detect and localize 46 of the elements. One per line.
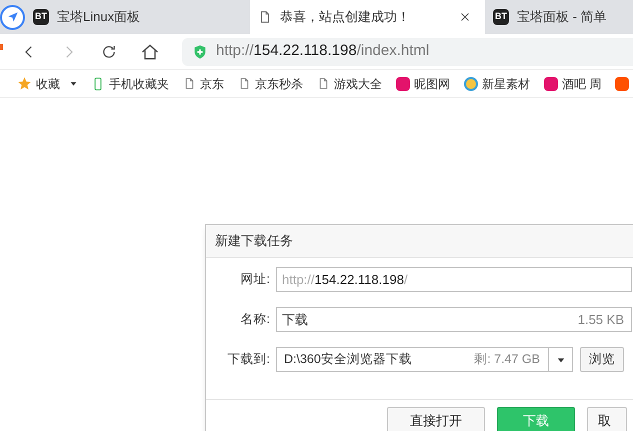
bookmark-link[interactable]: 京东 bbox=[200, 74, 224, 92]
notification-mark-icon bbox=[0, 44, 3, 50]
caret-icon bbox=[556, 356, 564, 364]
tab-title: 宝塔面板 - 简单 bbox=[517, 8, 607, 26]
dialog-button[interactable]: 取 bbox=[587, 407, 627, 431]
dialog-title: 新建下载任务 bbox=[215, 232, 293, 250]
bookmark-link[interactable]: 新星素材 bbox=[482, 74, 530, 92]
name-field[interactable]: 下载 1.55 KB bbox=[276, 307, 632, 332]
page-icon bbox=[258, 10, 272, 24]
site-logo-icon bbox=[615, 76, 630, 90]
file-size: 1.55 KB bbox=[578, 310, 625, 329]
page-icon bbox=[183, 77, 196, 90]
globe-icon bbox=[464, 76, 478, 90]
page-icon bbox=[317, 77, 330, 90]
file-name: 下载 bbox=[282, 310, 308, 329]
dropdown-caret-icon[interactable] bbox=[70, 80, 77, 87]
bookmark-link[interactable]: 游戏大全 bbox=[334, 74, 382, 92]
url-text: http://154.22.118.198/index.html bbox=[216, 41, 430, 62]
field-label: 下载到: bbox=[226, 351, 271, 368]
path-dropdown[interactable]: D:\360安全浏览器下载 剩: 7.47 GB bbox=[276, 347, 573, 372]
bookmark-link[interactable]: 收藏 bbox=[36, 74, 60, 92]
site-logo-icon bbox=[544, 76, 558, 90]
home-icon bbox=[140, 42, 160, 62]
site-logo: BT bbox=[33, 9, 49, 25]
star-icon bbox=[17, 76, 32, 91]
url-field[interactable]: http://154.22.118.198/ bbox=[276, 267, 632, 292]
field-label: 名称: bbox=[240, 311, 271, 328]
page-icon bbox=[238, 77, 251, 90]
bookmark-link[interactable]: 酒吧 周 bbox=[562, 74, 602, 92]
tab-title: 恭喜，站点创建成功！ bbox=[280, 8, 410, 26]
field-label: 网址: bbox=[240, 271, 271, 288]
site-logo: BT bbox=[493, 9, 509, 25]
dialog-button[interactable]: 直接打开 bbox=[387, 407, 485, 431]
close-icon[interactable] bbox=[459, 11, 471, 23]
bookmark-link[interactable]: 京东秒杀 bbox=[255, 74, 303, 92]
path-text: D:\360安全浏览器下载 bbox=[283, 351, 412, 368]
browser-tab[interactable]: 恭喜，站点创建成功！ bbox=[250, 0, 485, 34]
browse-button[interactable]: 浏览 bbox=[580, 347, 624, 372]
browser-logo-icon[interactable] bbox=[0, 4, 25, 30]
secure-shield-icon bbox=[192, 44, 208, 60]
address-bar[interactable]: http://154.22.118.198/index.html bbox=[182, 38, 633, 66]
bookmark-link[interactable]: 手机收藏夹 bbox=[109, 74, 169, 92]
tab-title: 宝塔Linux面板 bbox=[57, 8, 140, 26]
site-logo-icon bbox=[396, 76, 410, 90]
bookmark-link[interactable]: 昵图网 bbox=[414, 74, 450, 92]
free-space: 剩: 7.47 GB bbox=[474, 351, 541, 368]
